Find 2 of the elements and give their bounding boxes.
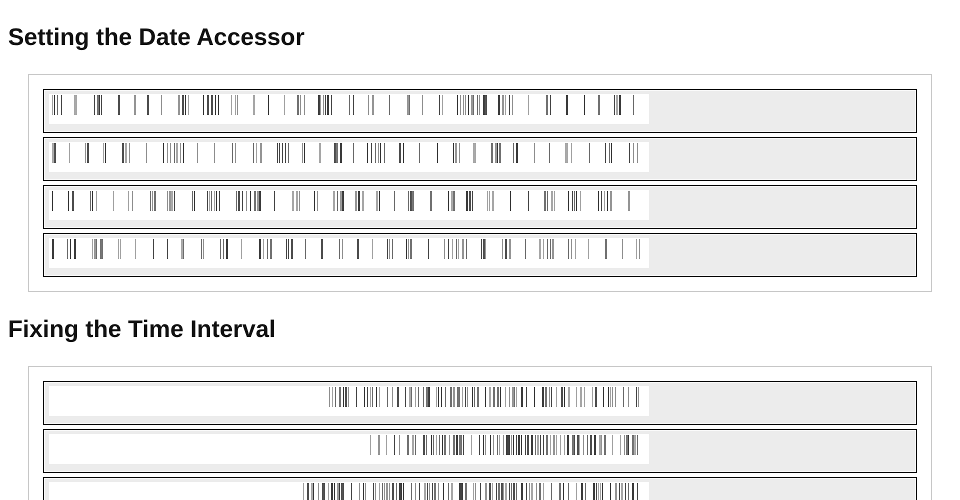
section-heading: Fixing the Time Interval xyxy=(8,315,277,345)
section-heading: Setting the Date Accessor xyxy=(8,23,306,53)
